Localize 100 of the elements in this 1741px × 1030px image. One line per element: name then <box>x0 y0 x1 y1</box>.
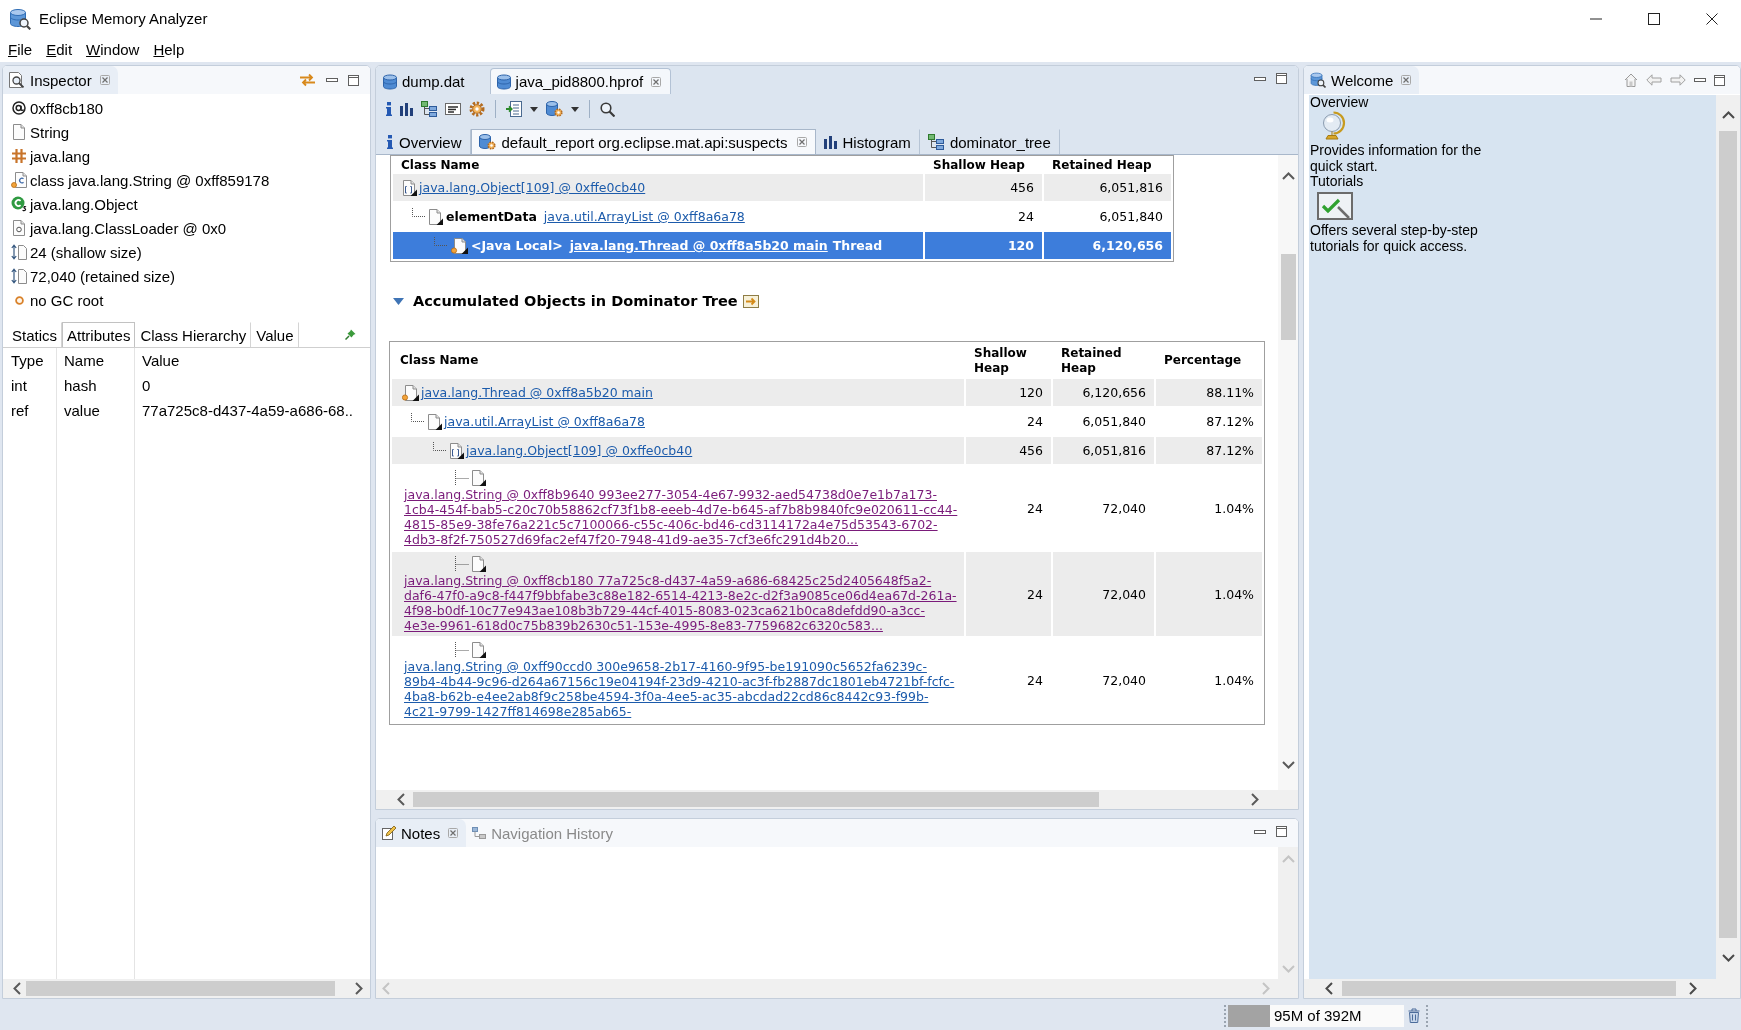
array-document-icon <box>403 179 417 196</box>
object-link[interactable]: java.lang.Object[109] @ 0xffe0cb40 <box>466 443 693 458</box>
object-link[interactable]: java.util.ArrayList @ 0xff8a6a78 <box>543 209 745 224</box>
document-lines-icon[interactable] <box>445 103 461 115</box>
welcome-link[interactable]: Tutorials <box>1310 174 1364 189</box>
minimize-icon[interactable] <box>326 78 338 82</box>
table-cell-text: 87.12% <box>1205 442 1255 460</box>
report-tab[interactable]: dominator_tree <box>919 129 1060 154</box>
maximize-icon[interactable] <box>348 74 359 86</box>
column-header[interactable]: Value <box>134 348 370 373</box>
minimize-icon[interactable] <box>1590 17 1602 20</box>
scroll-left-icon[interactable] <box>1325 982 1333 995</box>
scrollbar-thumb[interactable] <box>413 792 1099 807</box>
column-header[interactable]: Class Name <box>392 344 964 377</box>
view-tab[interactable]: Notes <box>376 819 467 847</box>
swap-arrows-icon[interactable] <box>299 73 316 87</box>
vertical-scrollbar[interactable] <box>1716 95 1740 979</box>
detail-tab[interactable]: Class Hierarchy <box>135 322 252 347</box>
view-tab[interactable]: Inspector <box>3 66 118 94</box>
detail-tab[interactable]: Value <box>251 322 299 347</box>
object-link[interactable]: java.lang.String @ 0xff8cb180 77a725c8-d437-4a59-a686-68425c25d2405648f5a2-daf6-47f0-a9c8-f447f9bbfabe3c88e182-6514-4213-8e2c-d2f3a9085ce06d4ea67d-261a-4f98-b0df-10c77e943ae108b3b729-44cf-4015-8083-023ca621b0ca8defdd90-a3cc-4e3e-9961-618d0c75b839b2630c51-153e-4995-8e83-7759682c6320c583... <box>404 573 960 633</box>
table-cell-text: 72,040 <box>1101 585 1147 604</box>
close-icon[interactable] <box>1706 12 1718 25</box>
editor-tab[interactable]: dump.dat <box>376 68 490 94</box>
report-tab[interactable]: default_report org.eclipse.mat.api:suspects <box>470 129 816 154</box>
pin-icon[interactable] <box>345 329 356 340</box>
table-cell-text: 6,051,840 <box>1098 208 1164 226</box>
object-link[interactable]: java.lang.String @ 0xff90ccd0 300e9658-2b17-4160-9f95-be191090c5652fa6239c-89b4-4b44-9c96-d264a67156c19e04194f-23d9-4210-ac3f-fb2887dc1801eb4721bf-fcfc-4ba8-b62b-e4ee2ab8f9c258be4594-3f0a-4ee5-ac35-abcdad22cd86c8442c93-f99b-4c21-9799-1427ff814698e285ab65- <box>404 659 960 719</box>
view-tab[interactable]: Welcome <box>1304 66 1420 94</box>
maximize-icon[interactable] <box>1714 74 1725 86</box>
object-link[interactable]: java.lang.String @ 0xff8b9640 993ee277-3054-4e67-9932-aed54738d0e7e1b7a173-1cb4-454f-bab5-c20c70b58862cf73f1b8-eeeb-4d7e-b645-af7b8b9840fc9e020611-cc44-4815-85e9-38fe76a221c5c7100066-c55c-406c-bd46-cd3114172a4e75d53543-6702-4db3-8f2f-750527d69fac2ef47f20-7948-41d9-ae35-7cf3e6fc291d4b20... <box>404 487 960 547</box>
search-icon[interactable] <box>600 101 615 117</box>
minimize-icon[interactable] <box>1254 829 1266 834</box>
scroll-left-icon[interactable] <box>13 982 21 995</box>
table-row[interactable]: <Java Local> java.lang.Thread @ 0xff8a5b20 main Thread 120 6,120,656 <box>393 232 1171 259</box>
column-header[interactable]: Type <box>3 348 56 373</box>
scrollbar-thumb[interactable] <box>1342 981 1676 996</box>
scroll-down-icon[interactable] <box>1281 761 1295 769</box>
minimize-icon[interactable] <box>1694 78 1706 82</box>
welcome-link[interactable]: Overview <box>1310 95 1369 110</box>
object-link[interactable]: java.util.ArrayList @ 0xff8a6a78 <box>444 414 645 429</box>
object-link[interactable]: java.lang.Thread @ 0xff8a5b20 main <box>569 238 828 253</box>
export-icon[interactable] <box>742 293 760 309</box>
caret-icon[interactable] <box>530 106 538 112</box>
tree-icon[interactable] <box>421 101 437 117</box>
scroll-right-icon[interactable] <box>1251 793 1259 806</box>
horizontal-scrollbar[interactable] <box>376 790 1298 809</box>
detail-tab[interactable]: Attributes <box>62 322 136 347</box>
scroll-right-icon[interactable] <box>1689 982 1697 995</box>
column-header[interactable]: Retained Heap <box>1053 344 1154 377</box>
table-cell-text: 24 <box>1026 499 1044 518</box>
column-header[interactable]: Percentage <box>1156 344 1262 377</box>
caret-icon[interactable] <box>571 106 579 112</box>
maximize-icon[interactable] <box>1276 73 1287 84</box>
scroll-right-icon[interactable] <box>355 982 363 995</box>
home-icon[interactable] <box>1624 73 1638 87</box>
vertical-scrollbar[interactable] <box>1278 155 1298 790</box>
table-cell-text: 120 <box>1018 384 1044 402</box>
table-row[interactable]: java.lang.Object[109] @ 0xffe0cb40 456 6,051,816 <box>393 174 1171 201</box>
object-link[interactable]: java.lang.Object[109] @ 0xffe0cb40 <box>419 180 646 195</box>
maximize-icon[interactable] <box>1276 826 1287 837</box>
gear-icon[interactable] <box>469 101 485 117</box>
column-header[interactable]: Shallow Heap <box>966 344 1051 377</box>
scrollbar-thumb[interactable] <box>1280 254 1296 340</box>
minimize-icon[interactable] <box>1254 76 1266 81</box>
trash-icon[interactable] <box>1408 1008 1420 1023</box>
database-search-icon <box>9 7 31 30</box>
column-header[interactable]: Shallow Heap <box>925 158 1042 172</box>
report-tab[interactable]: Histogram <box>815 129 920 154</box>
table-cell-text: 6,051,816 <box>1098 179 1164 197</box>
scroll-up-icon[interactable] <box>1281 172 1295 180</box>
menu-item[interactable]: Window <box>79 39 147 60</box>
table-cell-text: 456 <box>1009 179 1035 197</box>
heap-meter[interactable]: 95M of 392M <box>1228 1004 1404 1027</box>
column-header[interactable]: Class Name <box>393 158 923 172</box>
info-icon[interactable] <box>386 102 392 116</box>
list-arrow-icon[interactable] <box>506 101 522 117</box>
scrollbar-thumb[interactable] <box>26 981 335 996</box>
editor-tab[interactable]: java_pid8800.hprof <box>489 68 672 94</box>
report-tab[interactable]: Overview <box>379 129 471 154</box>
object-link[interactable]: java.lang.Thread @ 0xff8a5b20 main <box>421 385 653 400</box>
menu-item[interactable]: Help <box>146 39 192 60</box>
horizontal-scrollbar[interactable] <box>1304 979 1740 998</box>
scroll-down-icon[interactable] <box>1721 954 1735 962</box>
checkmark-board-icon[interactable] <box>1317 192 1353 220</box>
table-cell-text: 24 <box>1026 671 1044 690</box>
globe-icon[interactable] <box>1321 111 1346 140</box>
menu-item[interactable]: File <box>1 39 40 60</box>
scroll-left-icon[interactable] <box>397 793 405 806</box>
column-header[interactable]: Retained Heap <box>1044 158 1171 172</box>
horizontal-scrollbar[interactable] <box>3 979 370 998</box>
table-cell-text: 120 <box>1006 237 1035 255</box>
column-header[interactable]: Name <box>56 348 134 373</box>
expand-triangle-icon[interactable] <box>393 297 404 305</box>
scroll-up-icon[interactable] <box>1721 111 1735 119</box>
bar-chart-icon[interactable] <box>400 102 413 116</box>
database-gear-icon[interactable] <box>546 101 563 117</box>
menu-item[interactable]: Edit <box>39 39 80 60</box>
scrollbar-thumb[interactable] <box>1719 131 1737 938</box>
maximize-icon[interactable] <box>1648 12 1660 25</box>
